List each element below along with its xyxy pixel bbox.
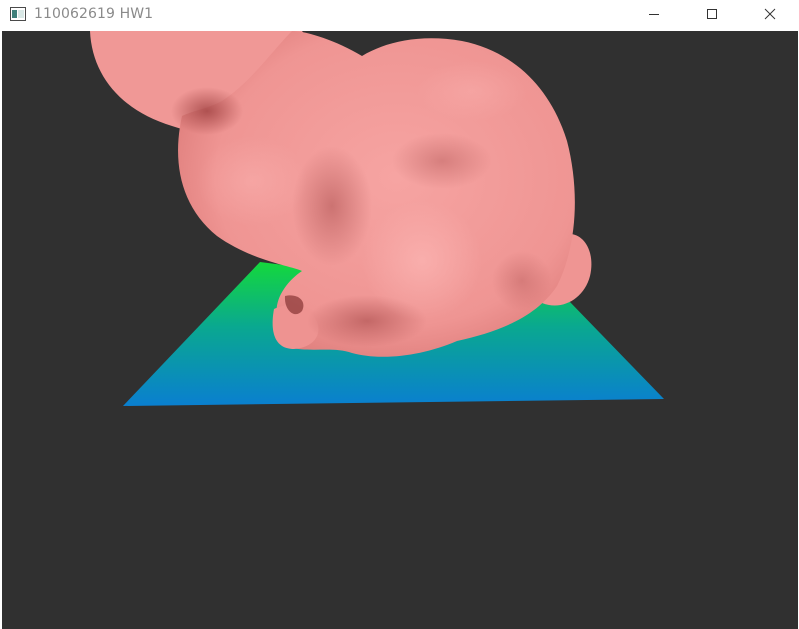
rendered-scene <box>90 31 664 406</box>
window-title: 110062619 HW1 <box>34 6 154 22</box>
app-icon <box>10 7 26 21</box>
title-bar[interactable]: 110062619 HW1 <box>0 0 799 28</box>
window-controls <box>625 0 799 28</box>
close-icon <box>764 8 776 20</box>
close-button[interactable] <box>741 0 799 28</box>
app-window: 110062619 HW1 <box>0 0 799 629</box>
render-viewport[interactable] <box>2 31 798 629</box>
maximize-icon <box>707 9 717 19</box>
bunny-model <box>90 31 592 357</box>
minimize-icon <box>649 14 659 15</box>
minimize-button[interactable] <box>625 0 683 28</box>
maximize-button[interactable] <box>683 0 741 28</box>
